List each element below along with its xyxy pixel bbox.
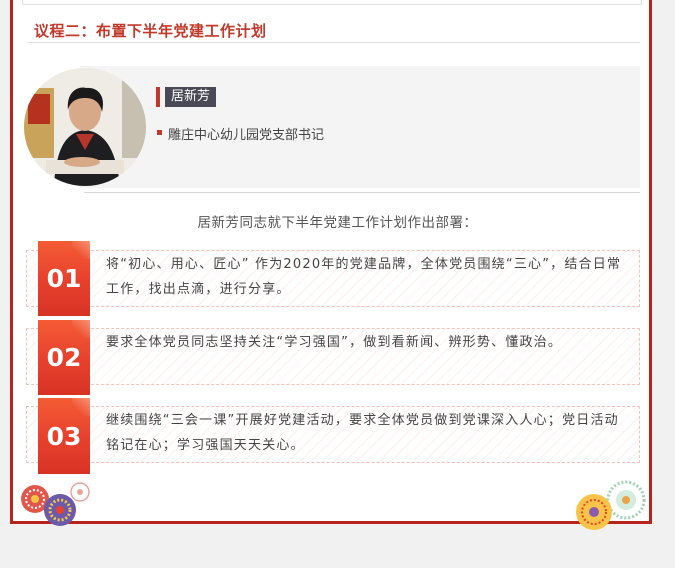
item-number: 01 [38,241,90,316]
item-text: 将“初心、用心、匠心” 作为2020年的党建品牌，全体党员围绕“三心”，结合日常… [106,257,622,297]
item-number: 03 [38,398,90,474]
avatar [24,68,146,186]
item-text: 要求全体党员同志坚持关注“学习强国”，做到看新闻、辨形势、懂政治。 [106,335,563,350]
agenda-title: 议程二：布置下半年党建工作计划 [34,22,267,40]
speaker-title: 雕庄中心幼儿园党支部书记 [168,128,325,143]
speaker-name: 居新芳 [165,87,217,107]
flower-decoration-icon [21,482,90,526]
name-accent-bar [156,87,160,107]
profile-divider [84,192,640,193]
portrait-photo [24,68,146,186]
top-divider [22,0,642,5]
item-number: 02 [38,320,90,395]
profile-card [80,66,640,188]
bullet-icon [157,130,162,135]
item-text: 继续围绕“三会一课”开展好党建活动，要求全体党员做到党课深入人心；党日活动铭记在… [106,413,619,453]
agenda-divider [28,42,640,43]
intro-text: 居新芳同志就下半年党建工作计划作出部署： [197,215,478,231]
flower-decoration-icon [576,480,646,530]
